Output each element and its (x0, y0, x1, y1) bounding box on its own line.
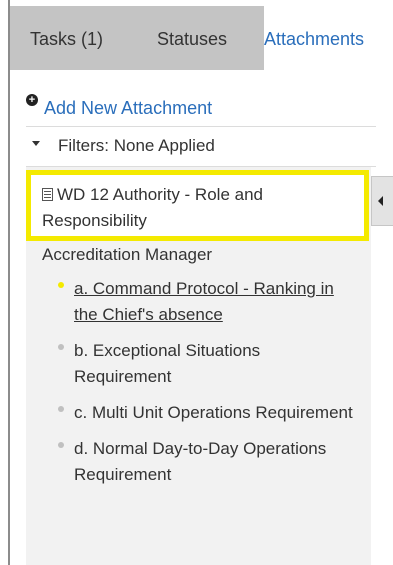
tab-attachments-label: Attachments (264, 29, 365, 49)
bullet-icon (58, 406, 64, 412)
list-item-label: d. Normal Day-to-Day Operations Requirem… (74, 439, 327, 484)
list-item-label: c. Multi Unit Operations Requirement (74, 403, 353, 422)
bullet-icon (58, 344, 64, 350)
filters-label: Filters: None Applied (58, 136, 215, 155)
tab-bar: Tasks (1) Statuses Attachments (10, 6, 393, 70)
tab-statuses[interactable]: Statuses (157, 6, 227, 70)
caret-down-icon (32, 140, 40, 146)
tab-tasks[interactable]: Tasks (1) (30, 6, 103, 70)
collapse-panel-handle[interactable] (371, 176, 393, 226)
document-title: WD 12 Authority - Role and Responsibilit… (42, 185, 263, 230)
filters-toggle[interactable]: Filters: None Applied (32, 133, 215, 159)
bullet-icon (58, 282, 64, 288)
list-item[interactable]: c. Multi Unit Operations Requirement (56, 400, 356, 426)
plus-circle-icon: + (26, 94, 38, 106)
list-item[interactable]: d. Normal Day-to-Day Operations Requirem… (56, 436, 356, 488)
panel-border (8, 0, 10, 565)
requirement-list: a. Command Protocol - Ranking in the Chi… (56, 276, 356, 498)
section-heading: Accreditation Manager (42, 245, 213, 264)
list-item[interactable]: a. Command Protocol - Ranking in the Chi… (56, 276, 356, 328)
list-item[interactable]: b. Exceptional Situations Requirement (56, 338, 356, 390)
list-item-label: b. Exceptional Situations Requirement (74, 341, 261, 386)
add-attachment-button[interactable]: + Add New Attachment (26, 94, 212, 120)
tab-attachments[interactable]: Attachments (264, 6, 393, 70)
add-attachment-link[interactable]: Add New Attachment (44, 95, 212, 121)
bullet-icon (58, 442, 64, 448)
chevron-left-icon (378, 196, 383, 206)
list-item-label: a. Command Protocol - Ranking in the Chi… (74, 279, 334, 324)
attachments-panel: Tasks (1) Statuses Attachments + Add New… (0, 0, 393, 565)
document-link[interactable]: WD 12 Authority - Role and Responsibilit… (42, 182, 352, 234)
document-icon (42, 188, 53, 201)
divider (26, 126, 376, 127)
